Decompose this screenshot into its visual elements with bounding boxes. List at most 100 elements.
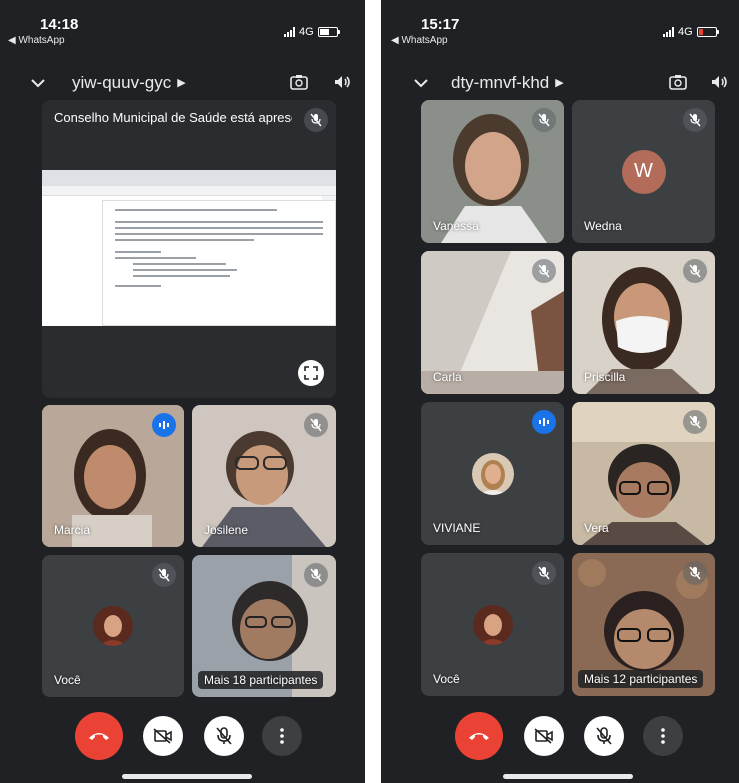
camera-switch-icon[interactable] <box>669 74 687 90</box>
presentation-title: Conselho Municipal de Saúde está apresen… <box>54 110 292 125</box>
mute-indicator <box>683 259 707 283</box>
mute-indicator <box>532 561 556 585</box>
home-indicator[interactable] <box>503 774 633 779</box>
mute-indicator <box>683 108 707 132</box>
camera-toggle-button[interactable] <box>143 716 183 756</box>
mic-off-icon <box>310 568 322 582</box>
meeting-code[interactable]: dty-mnvf-khd ▶ <box>451 73 564 93</box>
end-call-icon <box>469 733 489 740</box>
mute-indicator <box>304 108 328 132</box>
phone-screen-left: 14:18 ◀ WhatsApp 4G yiw-quuv-gyc ▶ Consel… <box>0 0 365 783</box>
more-options-button[interactable] <box>262 716 302 756</box>
network-label: 4G <box>678 26 693 38</box>
signal-icon <box>663 27 674 37</box>
speaking-indicator <box>152 413 176 437</box>
self-tile[interactable]: Você <box>421 553 564 696</box>
speaking-indicator-icon <box>159 421 169 429</box>
network-label: 4G <box>299 26 314 38</box>
mic-off-icon <box>689 264 701 278</box>
mic-off-icon <box>596 727 612 745</box>
mute-indicator <box>532 108 556 132</box>
participant-tile[interactable]: Vera <box>572 402 715 545</box>
end-call-icon <box>89 733 109 740</box>
fullscreen-button[interactable] <box>298 360 324 386</box>
participant-name: VIVIANE <box>433 521 481 535</box>
chevron-down-icon[interactable] <box>413 75 429 91</box>
status-icons: 4G <box>663 26 719 38</box>
meeting-header: dty-mnvf-khd ▶ <box>381 68 739 98</box>
mic-off-icon <box>310 113 322 127</box>
end-call-button[interactable] <box>75 712 123 760</box>
meeting-code[interactable]: yiw-quuv-gyc ▶ <box>72 73 186 93</box>
participant-tile[interactable]: Marcia <box>42 405 184 547</box>
camera-switch-icon[interactable] <box>290 74 308 90</box>
more-participants-tile[interactable]: Mais 12 participantes <box>572 553 715 696</box>
mute-indicator <box>683 410 707 434</box>
participant-tile[interactable]: Carla <box>421 251 564 394</box>
mic-off-icon <box>310 418 322 432</box>
self-tile[interactable]: Você <box>42 555 184 697</box>
mic-off-icon <box>689 113 701 127</box>
call-controls <box>0 712 365 760</box>
meeting-header: yiw-quuv-gyc ▶ <box>0 68 365 98</box>
participant-name: Vanessa <box>433 219 479 233</box>
presentation-tile[interactable]: Conselho Municipal de Saúde está apresen… <box>42 100 336 398</box>
participant-tile[interactable]: Josilene <box>192 405 336 547</box>
speaking-indicator-icon <box>539 418 549 426</box>
participant-name: Marcia <box>54 523 91 537</box>
home-indicator[interactable] <box>122 774 252 779</box>
mic-off-icon <box>538 264 550 278</box>
mic-off-icon <box>216 727 232 745</box>
battery-icon <box>696 27 719 37</box>
signal-icon <box>284 27 295 37</box>
speaking-indicator <box>532 410 556 434</box>
mute-indicator <box>532 259 556 283</box>
more-options-icon <box>280 728 284 744</box>
camera-off-icon <box>153 728 172 744</box>
more-options-button[interactable] <box>643 716 683 756</box>
mic-off-icon <box>689 415 701 429</box>
mic-toggle-button[interactable] <box>584 716 624 756</box>
participant-name: Você <box>54 673 81 687</box>
battery-icon <box>317 27 340 37</box>
participant-name: Wedna <box>584 219 622 233</box>
mute-indicator <box>304 413 328 437</box>
shared-screen-document <box>42 170 336 326</box>
participant-name: Josilene <box>204 523 249 537</box>
participant-name: Mais 12 participantes <box>578 670 704 688</box>
call-controls <box>381 712 739 760</box>
avatar-initial: W <box>621 149 666 194</box>
camera-off-icon <box>534 728 553 744</box>
back-to-whatsapp[interactable]: ◀ WhatsApp <box>391 35 448 46</box>
status-icons: 4G <box>284 26 340 38</box>
speaker-icon[interactable] <box>711 74 729 90</box>
avatar <box>471 452 514 495</box>
participant-name: Vera <box>584 521 609 535</box>
participant-tile[interactable]: Priscilla <box>572 251 715 394</box>
avatar <box>93 606 133 646</box>
mute-indicator <box>304 563 328 587</box>
participant-tile[interactable]: W Wedna <box>572 100 715 243</box>
participant-name: Mais 18 participantes <box>198 671 324 689</box>
mic-toggle-button[interactable] <box>204 716 244 756</box>
chevron-down-icon[interactable] <box>30 75 46 91</box>
end-call-button[interactable] <box>455 712 503 760</box>
mic-off-icon <box>158 568 170 582</box>
mute-indicator <box>683 561 707 585</box>
back-to-whatsapp[interactable]: ◀ WhatsApp <box>8 35 65 46</box>
mute-indicator <box>152 563 176 587</box>
participant-tile[interactable]: Vanessa <box>421 100 564 243</box>
status-time: 15:17 <box>421 16 460 33</box>
participant-name: Carla <box>433 370 462 384</box>
participant-tile[interactable]: VIVIANE <box>421 402 564 545</box>
mic-off-icon <box>689 566 701 580</box>
more-participants-tile[interactable]: Mais 18 participantes <box>192 555 336 697</box>
speaker-icon[interactable] <box>334 74 352 90</box>
more-options-icon <box>661 728 665 744</box>
participant-name: Priscilla <box>584 370 626 384</box>
camera-toggle-button[interactable] <box>524 716 564 756</box>
avatar <box>472 604 513 645</box>
participant-name: Você <box>433 672 460 686</box>
document-page <box>102 200 336 326</box>
fullscreen-icon <box>304 366 318 380</box>
